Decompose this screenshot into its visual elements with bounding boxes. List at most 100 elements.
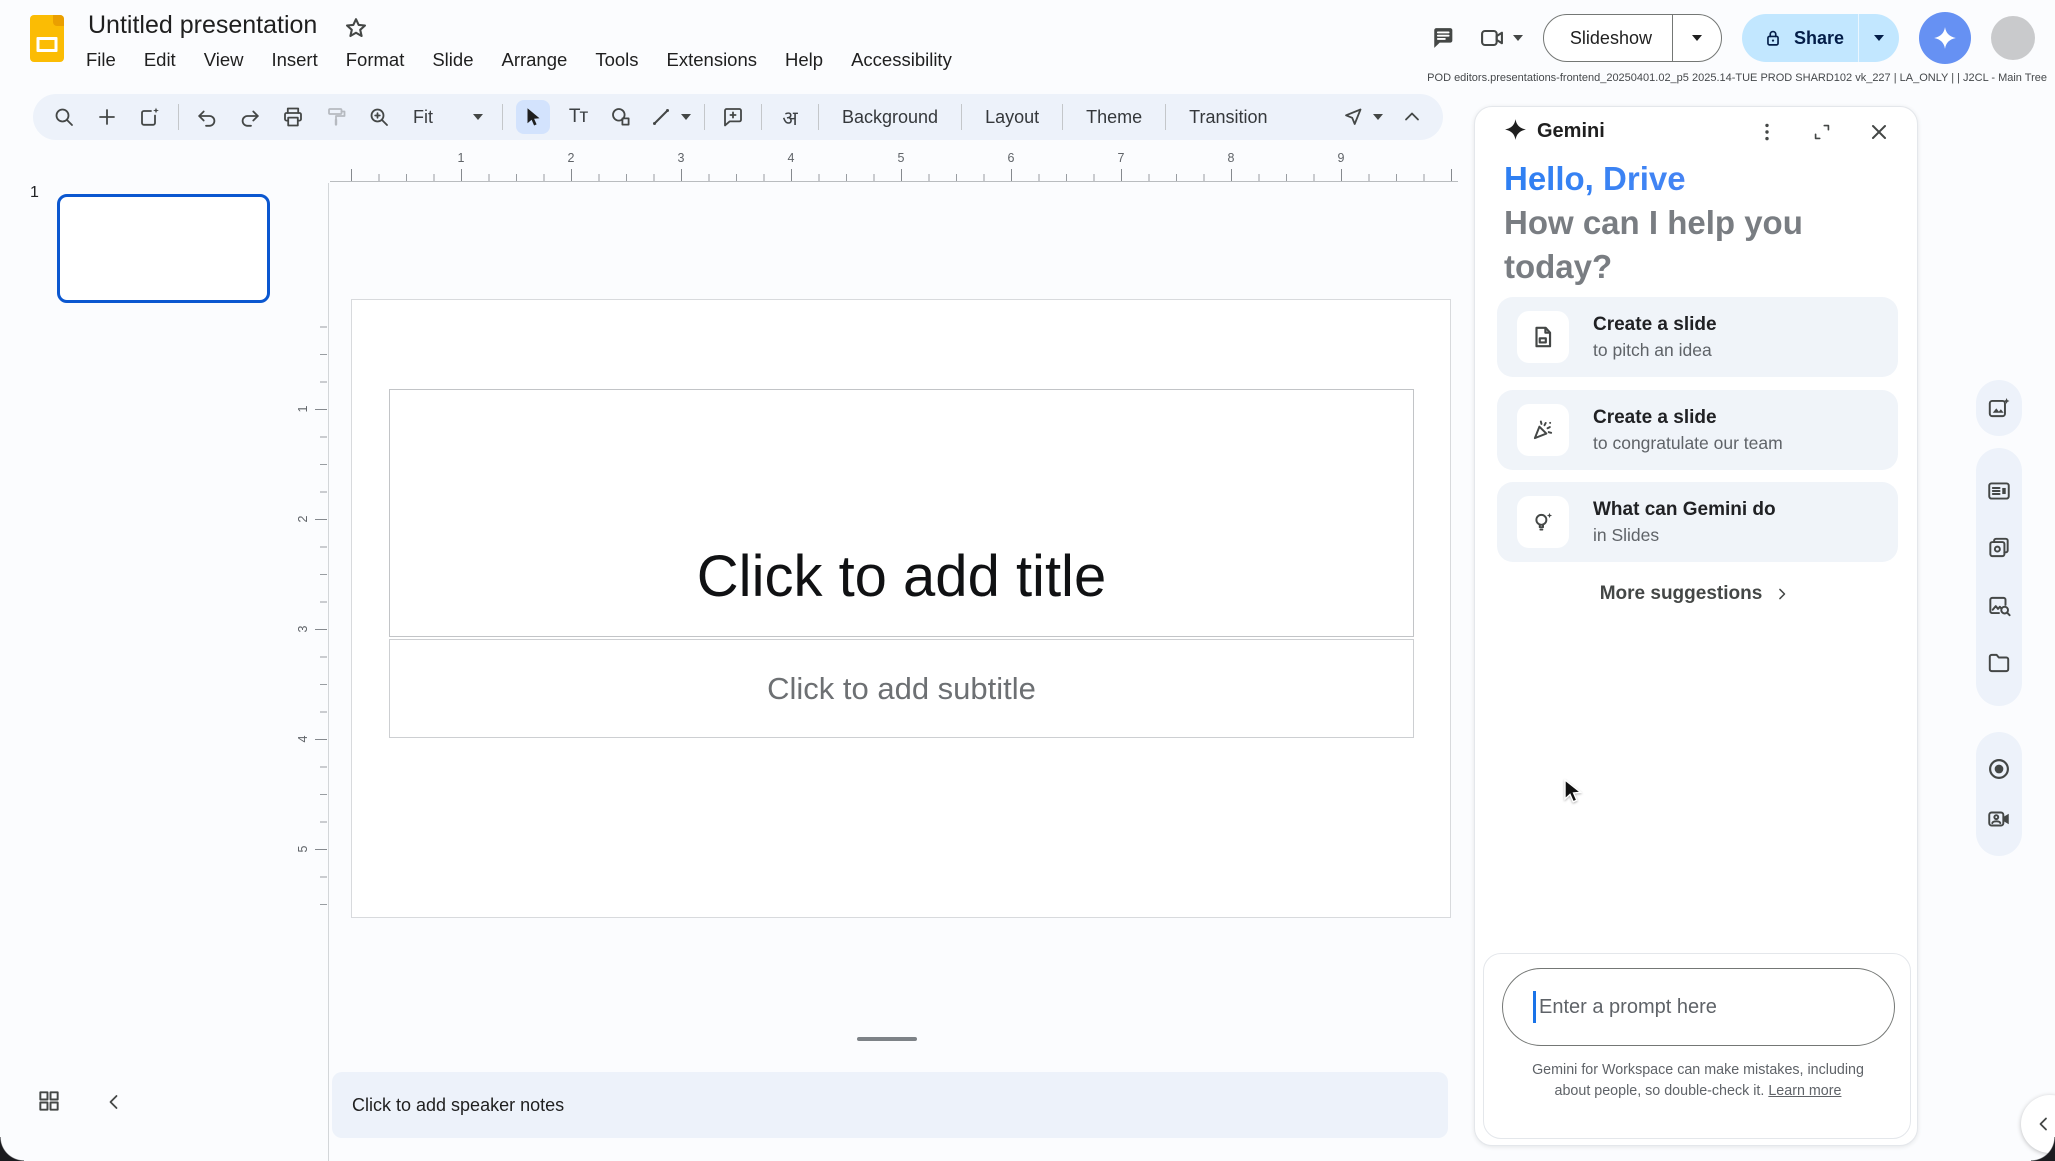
menu-format[interactable]: Format — [346, 49, 405, 71]
menu-arrange[interactable]: Arrange — [501, 49, 567, 71]
side-rail-bottom — [1976, 732, 2022, 856]
gemini-sparkle-icon — [1932, 25, 1958, 51]
text-box-icon[interactable]: Tт — [563, 102, 593, 132]
more-suggestions-button[interactable]: More suggestions — [1475, 583, 1917, 605]
ruler-label: 2 — [296, 516, 310, 523]
redo-icon[interactable] — [235, 102, 265, 132]
join-call-button[interactable] — [1478, 24, 1523, 52]
ruler-label: 2 — [568, 151, 575, 165]
slides-logo-icon[interactable] — [30, 15, 64, 62]
collapse-toolbar-icon[interactable] — [1397, 102, 1427, 132]
learn-more-link[interactable]: Learn more — [1768, 1083, 1841, 1099]
overflow-menu-icon[interactable] — [1749, 114, 1785, 150]
menu-help[interactable]: Help — [785, 49, 823, 71]
search-menus-icon[interactable] — [49, 102, 79, 132]
article-template-icon[interactable] — [1984, 476, 2014, 506]
account-avatar[interactable] — [1991, 16, 2035, 60]
ruler-label: 5 — [898, 151, 905, 165]
filmstrip-canvas-divider — [328, 183, 329, 1161]
toolbar-divider — [1062, 104, 1063, 130]
close-panel-icon[interactable] — [1861, 114, 1897, 150]
card-title: Create a slide — [1593, 314, 1717, 336]
party-popper-icon — [1517, 404, 1569, 456]
slideshow-dropdown[interactable] — [1673, 35, 1721, 41]
slide-number: 1 — [30, 184, 39, 202]
theme-button[interactable]: Theme — [1076, 107, 1152, 128]
suggestion-card-congratulate[interactable]: Create a slide to congratulate our team — [1497, 390, 1898, 470]
menu-view[interactable]: View — [204, 49, 244, 71]
ruler-label: 4 — [788, 151, 795, 165]
slide-canvas[interactable]: Click to add title Click to add subtitle — [351, 299, 1451, 918]
card-subtitle: in Slides — [1593, 525, 1659, 546]
card-title: What can Gemini do — [1593, 499, 1776, 521]
mouse-cursor — [1563, 779, 1589, 807]
select-tool-button[interactable] — [516, 100, 550, 134]
expand-panel-icon[interactable] — [1804, 114, 1840, 150]
share-dropdown[interactable] — [1859, 35, 1899, 41]
notes-resize-handle[interactable] — [857, 1037, 917, 1041]
insert-comment-icon[interactable] — [718, 102, 748, 132]
star-icon[interactable] — [342, 15, 370, 43]
menu-tools[interactable]: Tools — [595, 49, 638, 71]
new-slide-template-icon[interactable] — [135, 102, 165, 132]
photos-icon[interactable] — [1984, 533, 2014, 563]
chevron-right-icon — [1772, 584, 1792, 604]
side-rail-top — [1976, 380, 2022, 436]
menu-slide[interactable]: Slide — [432, 49, 473, 71]
ruler-label: 6 — [1008, 151, 1015, 165]
input-tools-icon[interactable]: अ — [775, 102, 805, 132]
card-title: Create a slide — [1593, 407, 1717, 429]
undo-icon[interactable] — [192, 102, 222, 132]
menu-insert[interactable]: Insert — [271, 49, 317, 71]
shape-icon[interactable] — [606, 102, 636, 132]
toolbar-divider — [818, 104, 819, 130]
line-tool-button[interactable] — [649, 105, 691, 129]
layout-button[interactable]: Layout — [975, 107, 1049, 128]
suggestion-card-what-can-gemini-do[interactable]: What can Gemini do in Slides — [1497, 482, 1898, 562]
print-icon[interactable] — [278, 102, 308, 132]
header-actions: Slideshow Share — [1428, 12, 2035, 64]
background-button[interactable]: Background — [832, 107, 948, 128]
slideshow-label: Slideshow — [1544, 28, 1672, 49]
transition-button[interactable]: Transition — [1179, 107, 1277, 128]
folder-icon[interactable] — [1984, 648, 2014, 678]
menu-file[interactable]: File — [86, 49, 116, 71]
zoom-select[interactable]: Fit — [407, 107, 489, 128]
paint-format-icon[interactable] — [321, 102, 351, 132]
menu-accessibility[interactable]: Accessibility — [851, 49, 952, 71]
ruler-label: 5 — [296, 846, 310, 853]
menu-extensions[interactable]: Extensions — [667, 49, 758, 71]
comments-icon[interactable] — [1428, 23, 1458, 53]
build-debug-text: POD editors.presentations-frontend_20250… — [1427, 72, 2047, 84]
document-title[interactable]: Untitled presentation — [88, 11, 317, 40]
grid-view-icon[interactable] — [36, 1088, 62, 1114]
share-button[interactable]: Share — [1742, 14, 1899, 62]
record-icon[interactable] — [1984, 754, 2014, 784]
gemini-fab-button[interactable] — [1919, 12, 1971, 64]
share-label: Share — [1784, 28, 1858, 49]
new-slide-icon[interactable] — [92, 102, 122, 132]
menu-edit[interactable]: Edit — [144, 49, 176, 71]
ruler-label: 4 — [296, 736, 310, 743]
ruler-label: 9 — [1338, 151, 1345, 165]
chevron-left-icon — [2032, 1112, 2055, 1136]
image-search-icon[interactable] — [1984, 591, 2014, 621]
title-placeholder[interactable]: Click to add title — [389, 389, 1414, 637]
collapse-filmstrip-icon[interactable] — [102, 1090, 126, 1114]
side-rail-middle — [1976, 448, 2022, 706]
camera-person-icon[interactable] — [1984, 804, 2014, 834]
zoom-value: Fit — [413, 107, 433, 128]
subtitle-placeholder[interactable]: Click to add subtitle — [389, 639, 1414, 738]
slide-thumbnail[interactable] — [57, 194, 270, 303]
google-slides-window: Untitled presentation File Edit View Ins… — [0, 0, 2055, 1161]
speaker-notes[interactable]: Click to add speaker notes — [332, 1072, 1448, 1138]
suggestion-card-pitch[interactable]: Create a slide to pitch an idea — [1497, 297, 1898, 377]
pen-tool-button[interactable] — [1341, 105, 1383, 129]
slideshow-button[interactable]: Slideshow — [1543, 14, 1722, 62]
zoom-icon[interactable] — [364, 102, 394, 132]
ruler-label: 8 — [1228, 151, 1235, 165]
ruler-label: 7 — [1118, 151, 1125, 165]
insert-image-sparkle-icon[interactable] — [1984, 393, 2014, 423]
horizontal-ruler — [330, 181, 1458, 182]
prompt-input[interactable] — [1502, 968, 1895, 1046]
